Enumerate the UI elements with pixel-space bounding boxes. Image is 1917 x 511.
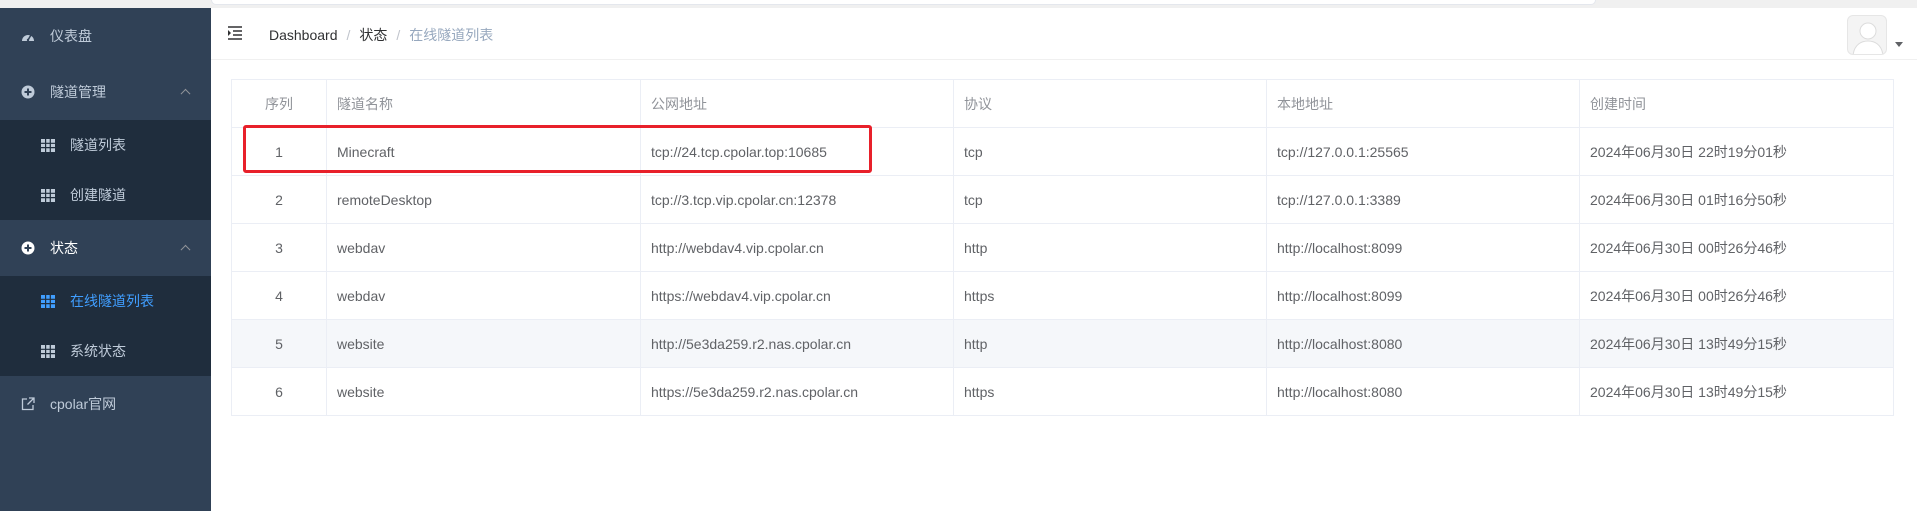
sidebar-item-status[interactable]: 状态 — [0, 220, 211, 276]
cell-index: 6 — [231, 367, 327, 416]
cell-public-url: https://webdav4.vip.cpolar.cn — [640, 271, 954, 320]
cell-name: website — [326, 319, 641, 368]
sidebar-item-cpolar-site[interactable]: cpolar官网 — [0, 376, 211, 432]
column-header-index: 序列 — [231, 79, 327, 128]
sidebar-item-label: 隧道管理 — [50, 84, 106, 100]
column-header-local-address: 本地地址 — [1266, 79, 1580, 128]
cell-created: 2024年06月30日 22时19分01秒 — [1579, 127, 1894, 176]
cell-created: 2024年06月30日 00时26分46秒 — [1579, 271, 1894, 320]
sidebar-item-create-tunnel[interactable]: 创建隧道 — [0, 170, 211, 220]
cell-local-address: tcp://127.0.0.1:25565 — [1266, 127, 1580, 176]
cell-local-address: http://localhost:8080 — [1266, 319, 1580, 368]
highlight-annotation-box — [243, 125, 872, 173]
table-row[interactable]: 3 webdav http://webdav4.vip.cpolar.cn ht… — [231, 223, 1894, 272]
cell-local-address: http://localhost:8080 — [1266, 367, 1580, 416]
cell-created: 2024年06月30日 00时26分46秒 — [1579, 223, 1894, 272]
cell-protocol: https — [953, 271, 1267, 320]
sidebar-item-tunnel-manage[interactable]: 隧道管理 — [0, 64, 211, 120]
sidebar-item-label: 状态 — [50, 240, 78, 256]
column-header-created: 创建时间 — [1579, 79, 1894, 128]
tunnel-manage-icon — [20, 84, 36, 100]
status-icon — [20, 240, 36, 256]
caret-down-icon[interactable] — [1895, 42, 1903, 47]
cell-index: 3 — [231, 223, 327, 272]
cell-index: 4 — [231, 271, 327, 320]
cell-local-address: http://localhost:8099 — [1266, 271, 1580, 320]
chevron-up-icon — [180, 88, 191, 99]
cell-local-address: tcp://127.0.0.1:3389 — [1266, 175, 1580, 224]
cell-name: webdav — [326, 223, 641, 272]
breadcrumb-current: 在线隧道列表 — [409, 27, 494, 43]
table-row[interactable]: 6 website https://5e3da259.r2.nas.cpolar… — [231, 367, 1894, 416]
avatar[interactable] — [1847, 15, 1887, 55]
table-row[interactable]: 5 website http://5e3da259.r2.nas.cpolar.… — [231, 319, 1894, 368]
cell-protocol: tcp — [953, 175, 1267, 224]
breadcrumb-status: 状态 — [359, 27, 388, 43]
chevron-up-icon — [180, 244, 191, 255]
sidebar: 仪表盘 隧道管理 隧道列表 创建隧道 状态 在线隧道列表 系统状态 cpolar… — [0, 8, 211, 511]
cell-name: website — [326, 367, 641, 416]
breadcrumb-separator: / — [346, 27, 351, 43]
sidebar-item-label: 隧道列表 — [70, 137, 126, 153]
cell-index: 5 — [231, 319, 327, 368]
sidebar-item-system-status[interactable]: 系统状态 — [0, 326, 211, 376]
cell-local-address: http://localhost:8099 — [1266, 223, 1580, 272]
cell-protocol: https — [953, 367, 1267, 416]
sidebar-item-tunnel-list[interactable]: 隧道列表 — [0, 120, 211, 170]
breadcrumb-home[interactable]: Dashboard — [269, 27, 338, 43]
grid-icon — [40, 187, 56, 203]
cell-public-url: tcp://3.tcp.vip.cpolar.cn:12378 — [640, 175, 954, 224]
cell-public-url: http://webdav4.vip.cpolar.cn — [640, 223, 954, 272]
table-header-row: 序列 隧道名称 公网地址 协议 本地地址 创建时间 — [231, 79, 1894, 128]
cell-public-url: https://5e3da259.r2.nas.cpolar.cn — [640, 367, 954, 416]
grid-icon — [40, 137, 56, 153]
external-link-icon — [20, 396, 36, 412]
cell-index: 2 — [231, 175, 327, 224]
sidebar-item-online-tunnels[interactable]: 在线隧道列表 — [0, 276, 211, 326]
column-header-protocol: 协议 — [953, 79, 1267, 128]
top-strip — [0, 0, 1917, 8]
navbar: Dashboard / 状态 / 在线隧道列表 — [211, 8, 1917, 60]
column-header-public-url: 公网地址 — [640, 79, 954, 128]
sidebar-item-label: 系统状态 — [70, 343, 126, 359]
sidebar-item-label: 创建隧道 — [70, 187, 126, 203]
dashboard-icon — [20, 28, 36, 44]
cell-created: 2024年06月30日 13时49分15秒 — [1579, 367, 1894, 416]
cell-protocol: http — [953, 223, 1267, 272]
cell-protocol: tcp — [953, 127, 1267, 176]
grid-icon — [40, 343, 56, 359]
cell-public-url: http://5e3da259.r2.nas.cpolar.cn — [640, 319, 954, 368]
sidebar-item-dashboard[interactable]: 仪表盘 — [0, 8, 211, 64]
breadcrumb: Dashboard / 状态 / 在线隧道列表 — [269, 25, 493, 45]
breadcrumb-separator: / — [396, 27, 401, 43]
cell-created: 2024年06月30日 13时49分15秒 — [1579, 319, 1894, 368]
sidebar-item-label: cpolar官网 — [50, 396, 117, 412]
cell-created: 2024年06月30日 01时16分50秒 — [1579, 175, 1894, 224]
column-header-name: 隧道名称 — [326, 79, 641, 128]
table-row[interactable]: 2 remoteDesktop tcp://3.tcp.vip.cpolar.c… — [231, 175, 1894, 224]
grid-icon — [40, 293, 56, 309]
cell-name: remoteDesktop — [326, 175, 641, 224]
menu-fold-icon[interactable] — [227, 25, 245, 41]
sidebar-item-label: 在线隧道列表 — [70, 293, 154, 309]
cell-name: webdav — [326, 271, 641, 320]
top-bar — [211, 0, 1596, 5]
cell-protocol: http — [953, 319, 1267, 368]
sidebar-item-label: 仪表盘 — [50, 28, 92, 44]
table-row[interactable]: 4 webdav https://webdav4.vip.cpolar.cn h… — [231, 271, 1894, 320]
